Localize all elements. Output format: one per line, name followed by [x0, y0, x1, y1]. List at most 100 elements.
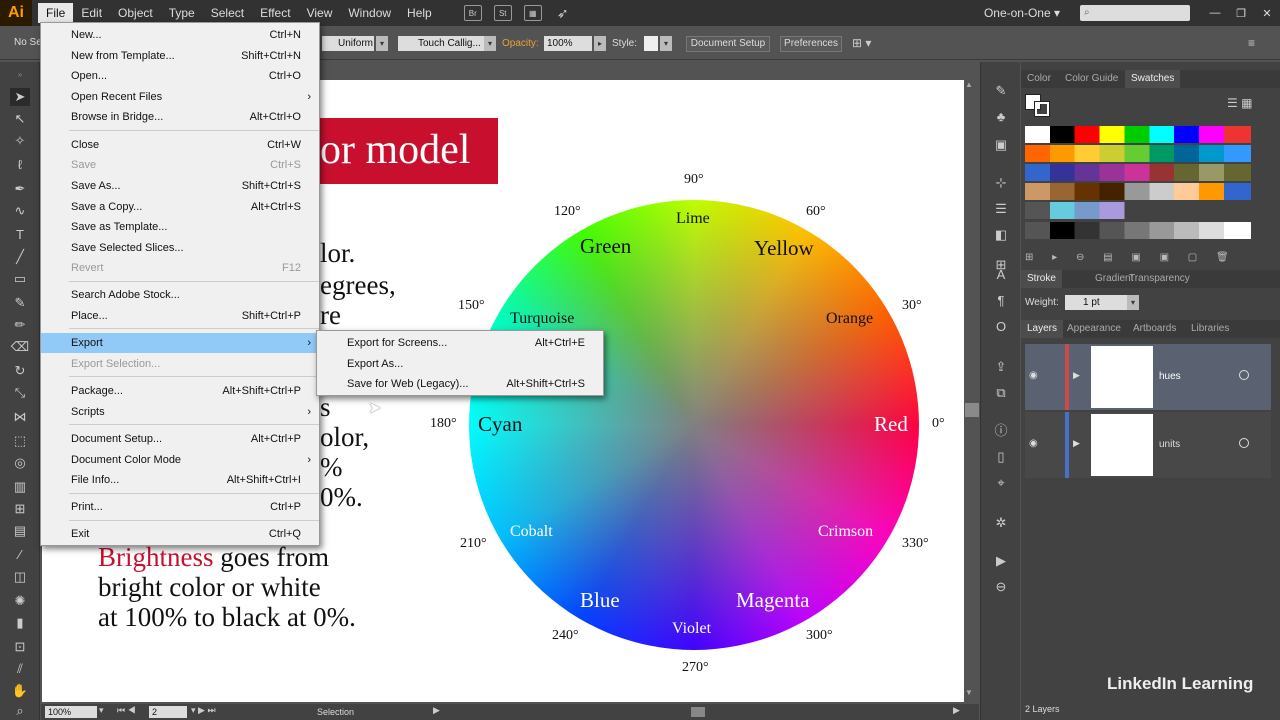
paintbrush-tool-icon[interactable]: ✎ — [10, 294, 30, 312]
preferences-button[interactable]: Preferences — [780, 36, 842, 52]
selection-tool-icon[interactable]: ➤ — [10, 88, 30, 106]
pencil-tool-icon[interactable]: ✏ — [10, 316, 30, 334]
info-panel-icon[interactable]: ⓘ — [991, 422, 1011, 440]
menu-item-place[interactable]: Place... Shift+Ctrl+P — [41, 306, 319, 326]
style-arrow[interactable]: ▾ — [660, 36, 672, 51]
layer-name[interactable]: hues — [1159, 371, 1181, 382]
menu-item-save-as[interactable]: Save As... Shift+Ctrl+S — [41, 176, 319, 196]
free-transform-tool-icon[interactable]: ⬚ — [10, 432, 30, 450]
search-input[interactable]: ⌕ — [1080, 5, 1190, 21]
graph-tool-icon[interactable]: ▮ — [10, 614, 30, 632]
horizontal-scrollbar-thumb[interactable] — [691, 707, 705, 717]
eye-icon[interactable]: ◉ — [1029, 370, 1038, 381]
scroll-down-arrow[interactable]: ▼ — [965, 688, 973, 697]
close-button[interactable]: ✕ — [1254, 7, 1280, 20]
layer-row-hues[interactable]: ◉ ▶ hues — [1025, 344, 1271, 410]
eraser-tool-icon[interactable]: ⌫ — [10, 338, 30, 356]
brush-dropdown[interactable]: Touch Callig... — [398, 36, 484, 51]
menu-effect[interactable]: Effect — [252, 3, 298, 23]
tab-libraries[interactable]: Libraries — [1185, 320, 1235, 338]
menu-item-exit[interactable]: Exit Ctrl+Q — [41, 524, 319, 544]
opacity-label[interactable]: Opacity: — [502, 38, 539, 49]
submenu-item-save-for-web[interactable]: Save for Web (Legacy)... Alt+Shift+Ctrl+S — [317, 374, 603, 394]
document-info-panel-icon[interactable]: ▯ — [991, 448, 1011, 466]
menu-item-print[interactable]: Print... Ctrl+P — [41, 497, 319, 517]
restore-button[interactable]: ❐ — [1228, 7, 1254, 20]
align-panel-icon[interactable]: ☰ — [991, 200, 1011, 218]
opacity-input[interactable]: 100% — [544, 36, 592, 51]
menu-window[interactable]: Window — [340, 3, 399, 23]
menu-item-file-info[interactable]: File Info... Alt+Shift+Ctrl+I — [41, 470, 319, 490]
tab-color[interactable]: Color — [1021, 70, 1057, 88]
submenu-item-export-for-screens[interactable]: Export for Screens... Alt+Ctrl+E — [317, 333, 603, 353]
menu-item-new-from-template[interactable]: New from Template... Shift+Ctrl+N — [41, 46, 319, 66]
eyedropper-tool-icon[interactable]: ⁄ — [10, 546, 30, 564]
zoom-tool-icon[interactable]: ⌕ — [10, 702, 30, 720]
align-icon[interactable]: ⊞ ▾ — [852, 36, 871, 50]
document-setup-button[interactable]: Document Setup — [686, 36, 770, 52]
zoom-level-dropdown[interactable]: 100% — [45, 706, 97, 718]
menu-item-scripts[interactable]: Scripts › — [41, 402, 319, 422]
menu-object[interactable]: Object — [110, 3, 161, 23]
curvature-tool-icon[interactable]: ∿ — [10, 202, 30, 220]
arrange-documents-icon[interactable]: ▦ — [523, 5, 542, 21]
minimize-button[interactable]: — — [1202, 7, 1228, 19]
pathfinder-panel-icon[interactable]: ◧ — [991, 226, 1011, 244]
opentype-panel-icon[interactable]: O — [991, 318, 1011, 336]
tab-transparency[interactable]: Transparency — [1123, 270, 1196, 288]
menu-item-search-adobe-stock[interactable]: Search Adobe Stock... — [41, 285, 319, 305]
lasso-tool-icon[interactable]: ℓ — [10, 156, 30, 174]
zoom-arrow[interactable]: ▾ — [99, 705, 104, 716]
opacity-arrow[interactable]: ▸ — [594, 36, 606, 51]
menu-item-save-a-copy[interactable]: Save a Copy... Alt+Ctrl+S — [41, 197, 319, 217]
expand-arrow-icon[interactable]: ▶ — [1073, 370, 1080, 381]
magic-wand-tool-icon[interactable]: ✧ — [10, 132, 30, 150]
expand-arrow-icon[interactable]: ▶ — [1073, 438, 1080, 449]
vertical-scrollbar-thumb[interactable] — [965, 403, 979, 417]
tab-layers[interactable]: Layers — [1021, 320, 1064, 338]
layer-row-units[interactable]: ◉ ▶ units — [1025, 412, 1271, 478]
asset-export-panel-icon[interactable]: ⇪ — [991, 358, 1011, 376]
artboard-tool-icon[interactable]: ⊡ — [10, 638, 30, 656]
menu-type[interactable]: Type — [161, 3, 203, 23]
symbols-panel-icon[interactable]: ♣ — [991, 108, 1011, 126]
status-menu-arrow[interactable]: ▶ — [433, 705, 440, 716]
blend-tool-icon[interactable]: ◫ — [10, 568, 30, 586]
symbol-sprayer-tool-icon[interactable]: ✺ — [10, 592, 30, 610]
menu-item-open[interactable]: Open... Ctrl+O — [41, 66, 319, 86]
first-artboard-icon[interactable]: ⏮ ◀ — [117, 705, 136, 716]
navigator-panel-icon[interactable]: ⌖ — [991, 474, 1011, 492]
menu-select[interactable]: Select — [203, 3, 252, 23]
cc-libraries-panel-icon[interactable]: ✲ — [991, 514, 1011, 532]
tab-color-guide[interactable]: Color Guide — [1059, 70, 1124, 88]
menu-item-save-selected-slices[interactable]: Save Selected Slices... — [41, 238, 319, 258]
slice-tool-icon[interactable]: ⫽ — [10, 660, 30, 678]
style-swatch[interactable] — [644, 36, 658, 51]
menu-edit[interactable]: Edit — [73, 3, 110, 23]
line-tool-icon[interactable]: ╱ — [10, 248, 30, 266]
variables-panel-icon[interactable]: ⊖ — [991, 578, 1011, 596]
direct-selection-tool-icon[interactable]: ↖ — [10, 110, 30, 128]
rotate-tool-icon[interactable]: ↻ — [10, 362, 30, 380]
pen-tool-icon[interactable]: ✒ — [10, 180, 30, 198]
transform-panel-icon[interactable]: ⊹ — [991, 174, 1011, 192]
gpu-performance-icon[interactable]: ➶ — [554, 5, 572, 21]
mesh-tool-icon[interactable]: ⊞ — [10, 500, 30, 518]
character-panel-icon[interactable]: A — [991, 266, 1011, 284]
artboard-number-input[interactable]: 2 — [149, 706, 187, 718]
actions-panel-icon[interactable]: ▶ — [991, 552, 1011, 570]
target-icon[interactable] — [1239, 438, 1249, 448]
stroke-profile-dropdown[interactable]: Uniform — [322, 36, 374, 51]
menu-view[interactable]: View — [299, 3, 341, 23]
eye-icon[interactable]: ◉ — [1029, 438, 1038, 449]
stroke-swatch[interactable] — [1034, 101, 1050, 117]
tab-swatches[interactable]: Swatches — [1125, 70, 1181, 88]
gradient-tool-icon[interactable]: ▤ — [10, 522, 30, 540]
scale-tool-icon[interactable]: ⤡ — [10, 384, 30, 402]
stock-icon[interactable]: St — [493, 5, 512, 21]
menu-file[interactable]: File — [38, 3, 74, 23]
brush-arrow[interactable]: ▾ — [484, 36, 496, 51]
rectangle-tool-icon[interactable]: ▭ — [10, 270, 30, 288]
scroll-right-arrow[interactable]: ▶ — [953, 705, 960, 716]
menu-item-browse-in-bridge[interactable]: Browse in Bridge... Alt+Ctrl+O — [41, 107, 319, 127]
